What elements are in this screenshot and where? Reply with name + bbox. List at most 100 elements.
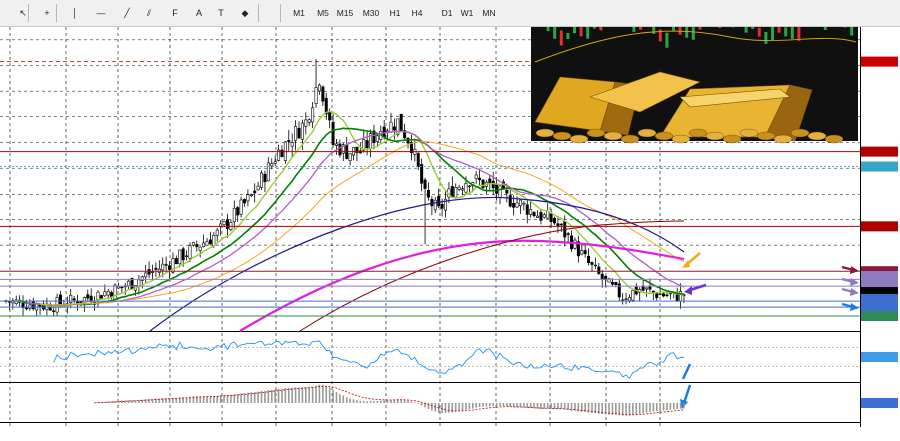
trendline-icon[interactable]: ╱ (118, 3, 136, 23)
candle-body (525, 204, 529, 215)
candle-body (515, 202, 519, 208)
timeframe-d1[interactable]: D1 (436, 3, 458, 23)
photo-candle (777, 27, 781, 33)
candle-body (110, 292, 114, 297)
candle-body (52, 310, 56, 312)
gold-coin (552, 131, 572, 141)
candle-body (290, 142, 294, 147)
level-label-bg (861, 311, 898, 321)
timeframe-m1[interactable]: M1 (288, 3, 310, 23)
vertical-line-icon[interactable]: │ (66, 3, 84, 23)
gold-coin (620, 134, 640, 144)
candle-body (338, 143, 342, 156)
candle-body (610, 282, 614, 285)
candle-body (535, 215, 539, 218)
price-chart (0, 27, 900, 441)
candle-body (631, 290, 635, 301)
candle-body (566, 233, 570, 235)
timeframe-m5[interactable]: M5 (312, 3, 334, 23)
gold-coin (569, 134, 589, 144)
rsi-current-bg (861, 352, 898, 362)
text-label-icon[interactable]: T (212, 3, 230, 23)
fibonacci-icon[interactable]: F (166, 3, 184, 23)
candle-body (174, 258, 178, 265)
candle-body (423, 179, 427, 189)
cursor-icon[interactable]: ↖ (14, 3, 32, 23)
candle-body (113, 284, 117, 300)
timeframe-h1[interactable]: H1 (384, 3, 406, 23)
candle-body (645, 287, 649, 290)
candle-body (508, 195, 512, 207)
gold-coin (756, 131, 776, 141)
candle-body (430, 199, 434, 207)
crosshair-icon[interactable]: + (38, 3, 56, 23)
photo-candle (586, 27, 590, 39)
gold-coin (773, 134, 793, 144)
timeframe-h4[interactable]: H4 (406, 3, 428, 23)
candle-body (440, 203, 444, 209)
candle-body (96, 291, 100, 300)
candle-body (461, 188, 465, 191)
candle-body (348, 153, 352, 161)
candle-body (260, 172, 264, 188)
timeframe-m15[interactable]: M15 (334, 3, 356, 23)
toolbar: ↖ + │ — ╱ ⫽ F A T ◆ M1 M5 M15 M30 H1 H4 D1 W1 MN (0, 0, 900, 27)
gold-coin (603, 131, 623, 141)
photo-candle (566, 32, 570, 39)
candle-body (505, 189, 509, 194)
photo-candle (632, 27, 636, 32)
photo-candle (672, 27, 675, 31)
photo-candle (823, 27, 827, 31)
photo-candle (843, 27, 847, 28)
candle-body (580, 250, 584, 255)
timeframe-m30[interactable]: M30 (360, 3, 382, 23)
candle-body (624, 298, 628, 300)
equidistant-channel-icon[interactable]: ⫽ (140, 3, 158, 23)
candle-body (72, 298, 76, 301)
candle-body (498, 185, 502, 198)
candle-body (317, 84, 321, 92)
candle-body (314, 87, 318, 104)
candle-body (464, 183, 468, 193)
price-scale-bg (860, 27, 900, 441)
candle-body (103, 291, 107, 297)
gold-coin (824, 134, 844, 144)
candle-body (287, 140, 291, 142)
candle-body (556, 223, 560, 226)
candle-body (215, 229, 219, 236)
timeframe-w1[interactable]: W1 (456, 3, 478, 23)
candle-body (195, 244, 199, 248)
horizontal-line-icon[interactable]: — (92, 3, 110, 23)
text-icon[interactable]: A (190, 3, 208, 23)
gold-bars-photo (531, 27, 858, 144)
photo-candle (797, 27, 801, 41)
candle-body (188, 245, 192, 259)
candle-body (532, 212, 536, 217)
photo-candle (771, 27, 774, 40)
candle-body (99, 295, 103, 299)
candle-body (127, 280, 131, 287)
candle-body (239, 199, 243, 215)
candle-body (328, 112, 332, 121)
level-label-bg (861, 221, 898, 232)
shapes-icon[interactable]: ◆ (236, 3, 254, 23)
photo-candle (850, 27, 854, 36)
candle-body (208, 239, 212, 245)
gold-coin (535, 128, 555, 138)
candle-body (621, 299, 625, 301)
level-label-bg (861, 302, 898, 312)
candle-body (655, 293, 659, 298)
photo-candle (592, 27, 596, 29)
photo-candle (553, 27, 557, 39)
candle-body (587, 255, 591, 264)
gold-coin (807, 131, 827, 141)
gold-coin (637, 128, 657, 138)
timeframe-mn[interactable]: MN (478, 3, 500, 23)
candle-body (614, 282, 618, 285)
photo-candle (665, 32, 669, 48)
candle-body (106, 291, 110, 296)
candle-body (24, 307, 28, 310)
candle-body (518, 199, 522, 207)
candle-body (467, 185, 471, 188)
candle-body (321, 86, 325, 102)
